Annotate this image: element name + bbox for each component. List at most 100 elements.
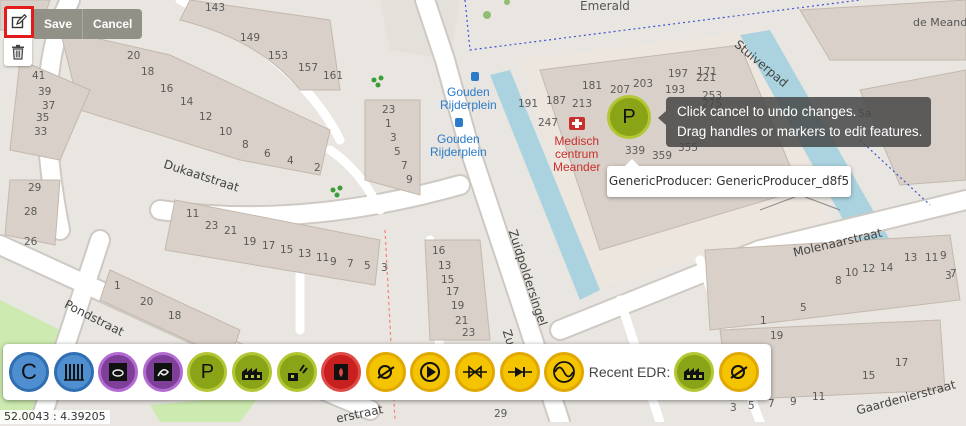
house-number: 13 <box>904 252 918 264</box>
house-number: 6 <box>264 148 271 160</box>
house-number: 149 <box>240 32 261 44</box>
house-number: 153 <box>268 50 289 62</box>
house-number: 1 <box>114 280 121 292</box>
house-number: 5 <box>748 400 755 412</box>
house-number: 13 <box>438 260 452 272</box>
house-number: 5 <box>364 260 371 272</box>
edit-layers-button[interactable] <box>4 6 34 38</box>
palette-producer-button[interactable]: P <box>187 352 228 392</box>
house-number: 9 <box>940 250 947 262</box>
house-number: 17 <box>262 240 276 252</box>
house-number: 11 <box>925 252 939 264</box>
house-number: 11 <box>316 252 330 264</box>
house-number: 14 <box>180 96 194 108</box>
house-number: 16 <box>432 245 446 257</box>
house-number: 18 <box>141 66 155 78</box>
bus-stop-label: Gouden Rijderplein <box>430 132 487 159</box>
house-number: 39 <box>38 86 52 98</box>
house-number: 359 <box>652 150 673 162</box>
house-number: 339 <box>625 145 646 157</box>
house-number: 15 <box>441 274 455 286</box>
house-number: 21 <box>455 315 469 327</box>
house-number: 11 <box>186 208 200 220</box>
house-number: 213 <box>572 98 593 110</box>
palette-storage-2-button[interactable] <box>142 352 183 392</box>
palette-consumer-button[interactable] <box>321 352 362 392</box>
house-number: 23 <box>382 104 396 116</box>
house-number: 3 <box>730 402 737 414</box>
edit-help-tooltip: Click cancel to undo changes. Drag handl… <box>658 97 931 147</box>
storage-swirl-icon <box>153 363 172 381</box>
edit-icon <box>11 14 27 29</box>
house-number: 19 <box>243 236 257 248</box>
palette-geothermal-producer-button[interactable] <box>276 352 317 392</box>
house-number: 3 <box>945 270 952 282</box>
palette-heating-coil-button[interactable] <box>53 352 94 392</box>
asset-palette: C P Recent EDR: <box>3 344 771 400</box>
house-number: 191 <box>518 98 539 110</box>
place-label: Emerald <box>580 0 630 13</box>
delete-layers-button[interactable] <box>4 38 32 66</box>
c-letter-icon: C <box>21 359 37 384</box>
house-number: 247 <box>538 117 559 129</box>
recent-pump-button[interactable] <box>719 352 760 392</box>
house-number: 7 <box>401 160 408 172</box>
house-number: 19 <box>451 300 465 312</box>
recent-factory-button[interactable] <box>674 352 715 392</box>
palette-check-valve-button[interactable] <box>499 352 540 392</box>
house-number: 197 <box>668 68 689 80</box>
check-valve-icon <box>507 367 532 377</box>
save-button[interactable]: Save <box>34 9 82 39</box>
producer-marker[interactable]: P <box>607 95 651 139</box>
house-number: 15 <box>862 370 876 382</box>
house-number: 20 <box>127 50 141 62</box>
pump-icon <box>730 365 748 379</box>
house-number: 23 <box>462 327 476 339</box>
house-number: 12 <box>862 263 876 275</box>
house-number: 37 <box>42 100 56 112</box>
edit-actions: Save Cancel <box>34 9 143 39</box>
factory-icon <box>241 368 262 380</box>
house-number: 14 <box>880 262 894 274</box>
house-number: 29 <box>494 408 508 420</box>
house-number: 4 <box>287 155 294 167</box>
feature-tooltip: GenericProducer: GenericProducer_d8f5 <box>607 159 851 197</box>
house-number: 33 <box>34 126 48 138</box>
house-number: 193 <box>665 84 686 96</box>
house-number: 8 <box>242 139 249 151</box>
house-number: 9 <box>406 174 413 186</box>
place-label: de Meande <box>913 16 966 29</box>
house-number: 41 <box>32 70 46 82</box>
tooltip-line: Click cancel to undo changes. <box>677 104 857 119</box>
palette-valve-button[interactable] <box>454 352 495 392</box>
house-number: 187 <box>546 95 567 107</box>
factory-icon <box>684 368 705 380</box>
house-number: 221 <box>696 72 717 84</box>
house-number: 26 <box>24 236 38 248</box>
palette-factory-producer-button[interactable] <box>231 352 272 392</box>
house-number: 8 <box>835 275 842 287</box>
house-number: 29 <box>28 182 42 194</box>
edit-toolbar: Save Cancel <box>4 6 143 39</box>
house-number: 20 <box>140 296 154 308</box>
p-letter-icon: P <box>200 360 215 383</box>
palette-pump-button[interactable] <box>365 352 406 392</box>
house-number: 11 <box>812 391 826 403</box>
house-number: 1 <box>760 315 767 327</box>
house-number: 15 <box>280 244 294 256</box>
house-number: 9 <box>330 256 337 268</box>
palette-conversion-button[interactable]: C <box>9 352 49 392</box>
palette-storage-button[interactable] <box>98 352 139 392</box>
house-number: 21 <box>224 225 238 237</box>
sensor-icon <box>553 361 576 383</box>
house-number: 35 <box>36 112 50 124</box>
cancel-button[interactable]: Cancel <box>82 9 142 39</box>
palette-play-button[interactable] <box>410 352 451 392</box>
house-number: 16 <box>160 83 174 95</box>
palette-sensor-button[interactable] <box>544 352 585 392</box>
house-number: 12 <box>199 111 213 123</box>
house-number: 19 <box>770 330 784 342</box>
geothermal-icon <box>287 364 308 381</box>
house-number: 3 <box>381 262 388 274</box>
bus-stop-label: Gouden Rijderplein <box>440 85 497 112</box>
